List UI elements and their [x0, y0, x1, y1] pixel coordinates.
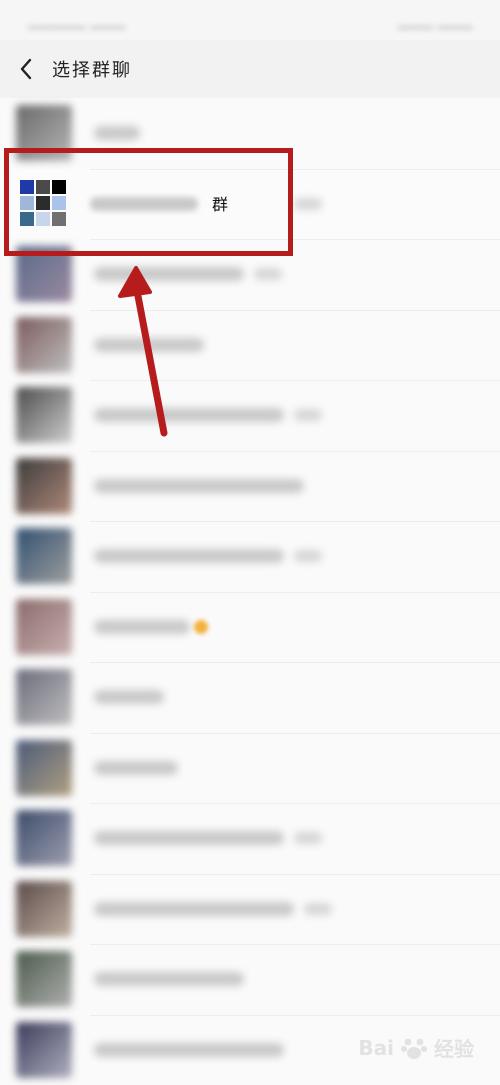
list-item[interactable]: [0, 521, 500, 592]
group-avatar: [16, 1022, 72, 1078]
group-name-blurred: [94, 831, 284, 845]
group-avatar: [16, 951, 72, 1007]
group-name-blurred: [94, 1043, 284, 1057]
list-item[interactable]: [0, 592, 500, 663]
group-name-blurred: [94, 761, 178, 775]
list-item[interactable]: [0, 733, 500, 804]
list-item[interactable]: [0, 380, 500, 451]
group-name-blurred: [94, 549, 284, 563]
group-name-blurred: [94, 408, 284, 422]
group-name-blurred: [94, 267, 244, 281]
status-right-blurred: ▁▁▁ ▁▁▁: [398, 11, 472, 29]
group-name-blurred: [94, 338, 204, 352]
watermark-text-left: Bai: [358, 1036, 394, 1060]
group-avatar: [16, 387, 72, 443]
avatar-tile: [52, 180, 66, 194]
group-name-blurred: [94, 972, 244, 986]
avatar-tile: [36, 180, 50, 194]
list-item[interactable]: [0, 803, 500, 874]
baidu-paw-icon: [400, 1034, 428, 1062]
status-left-blurred: ▁▁▁▁▁ ▁▁▁: [28, 11, 125, 29]
group-avatar: [16, 881, 72, 937]
member-count-blurred: [294, 832, 322, 844]
group-avatar: [16, 246, 72, 302]
group-avatar: [16, 458, 72, 514]
avatar-tile: [52, 212, 66, 226]
group-avatar: [16, 599, 72, 655]
list-item[interactable]: [0, 310, 500, 381]
watermark: Bai 经验: [358, 1033, 474, 1062]
list-item[interactable]: [0, 98, 500, 169]
list-item[interactable]: [0, 944, 500, 1015]
member-count-blurred: [294, 198, 322, 210]
group-avatar: [16, 669, 72, 725]
avatar-tile: [52, 196, 66, 210]
group-name-blurred: [90, 197, 198, 211]
avatar-tile: [36, 196, 50, 210]
avatar-tile: [20, 212, 34, 226]
list-item[interactable]: [0, 874, 500, 945]
group-name-blurred: [94, 479, 304, 493]
group-name-blurred: [94, 902, 294, 916]
watermark-text-right: 经验: [434, 1033, 474, 1062]
group-avatar: [16, 317, 72, 373]
group-avatar: [16, 810, 72, 866]
status-bar: ▁▁▁▁▁ ▁▁▁ ▁▁▁ ▁▁▁: [0, 0, 500, 40]
page-title: 选择群聊: [52, 56, 132, 82]
avatar-tile: [36, 212, 50, 226]
group-avatar: [16, 105, 72, 161]
nav-bar: 选择群聊: [0, 40, 500, 98]
chevron-left-icon[interactable]: [14, 57, 38, 81]
member-count-blurred: [254, 268, 282, 280]
group-label: 群: [212, 191, 228, 215]
avatar-tile: [20, 196, 34, 210]
emoji-icon: [194, 620, 208, 634]
list-item-highlighted[interactable]: 群: [0, 169, 500, 240]
member-count-blurred: [304, 903, 332, 915]
group-avatar: [16, 740, 72, 796]
list-item[interactable]: [0, 451, 500, 522]
list-item[interactable]: [0, 239, 500, 310]
group-name-blurred: [94, 620, 190, 634]
member-count-blurred: [294, 550, 322, 562]
member-count-blurred: [294, 409, 322, 421]
group-name-blurred: [94, 126, 140, 140]
group-list: 群: [0, 98, 500, 1085]
group-avatar: [16, 528, 72, 584]
avatar-tile: [20, 180, 34, 194]
group-name-blurred: [94, 690, 164, 704]
list-item[interactable]: [0, 662, 500, 733]
group-avatar-grid: [20, 180, 68, 228]
